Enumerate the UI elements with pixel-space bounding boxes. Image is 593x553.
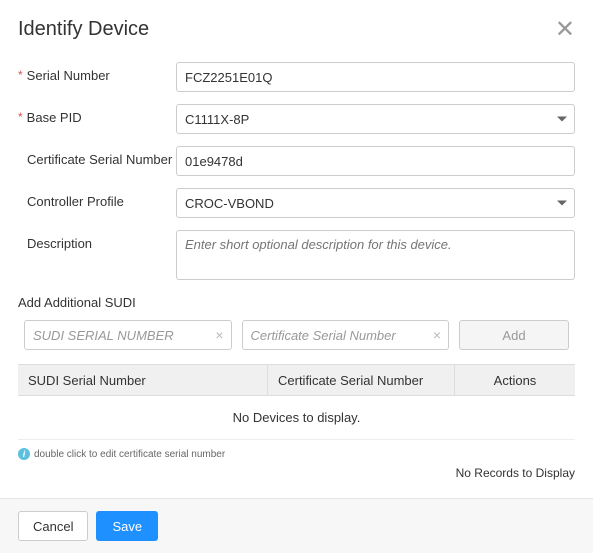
col-sudi-serial: SUDI Serial Number (18, 365, 268, 395)
sudi-cert-input[interactable] (242, 320, 450, 350)
chevron-down-icon (557, 117, 567, 122)
no-records-text: No Records to Display (18, 466, 575, 498)
cert-serial-label: Certificate Serial Number (27, 152, 172, 167)
table-empty-message: No Devices to display. (18, 396, 575, 440)
clear-icon[interactable]: × (215, 327, 223, 343)
sudi-serial-input[interactable] (24, 320, 232, 350)
add-sudi-label: Add Additional SUDI (18, 295, 575, 310)
clear-icon[interactable]: × (433, 327, 441, 343)
controller-profile-value: CROC-VBOND (185, 196, 274, 211)
description-label: Description (27, 236, 92, 251)
close-icon[interactable]: ✕ (555, 18, 575, 42)
description-input[interactable] (176, 230, 575, 280)
base-pid-value: C1111X-8P (185, 112, 249, 127)
cancel-button[interactable]: Cancel (18, 511, 88, 541)
required-indicator: * (18, 110, 23, 124)
col-actions: Actions (455, 373, 575, 388)
base-pid-select[interactable]: C1111X-8P (176, 104, 575, 134)
cert-serial-input[interactable] (176, 146, 575, 176)
serial-number-input[interactable] (176, 62, 575, 92)
hint-text: double click to edit certificate serial … (34, 449, 225, 460)
controller-profile-select[interactable]: CROC-VBOND (176, 188, 575, 218)
sudi-table-header: SUDI Serial Number Certificate Serial Nu… (18, 364, 575, 396)
dialog-title: Identify Device (18, 18, 149, 41)
info-icon: i (18, 448, 30, 460)
required-indicator: * (18, 68, 23, 82)
serial-number-label: Serial Number (27, 68, 110, 83)
col-cert-serial: Certificate Serial Number (268, 365, 455, 395)
base-pid-label: Base PID (27, 110, 82, 125)
save-button[interactable]: Save (96, 511, 158, 541)
controller-profile-label: Controller Profile (27, 194, 124, 209)
chevron-down-icon (557, 201, 567, 206)
add-button[interactable]: Add (459, 320, 569, 350)
